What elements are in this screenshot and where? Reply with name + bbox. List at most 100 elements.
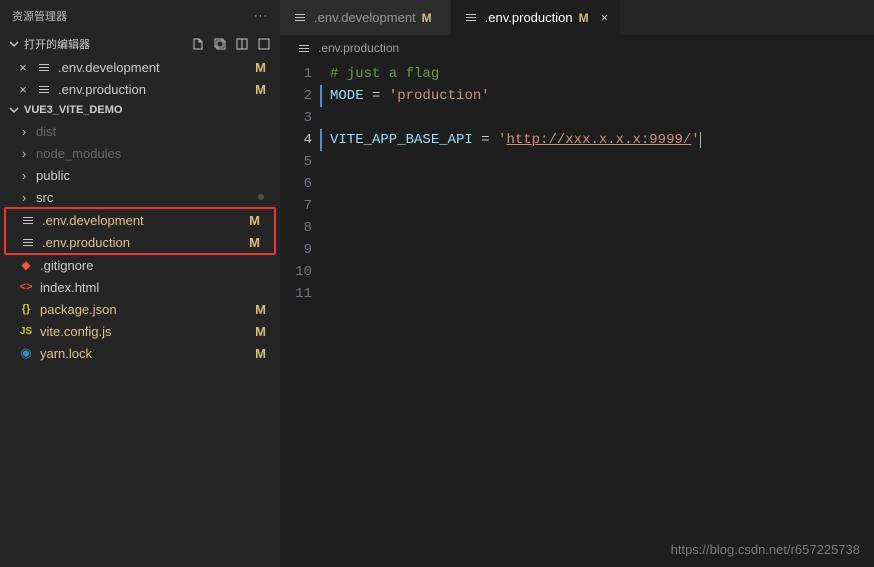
chevron-right-icon: › xyxy=(18,168,30,183)
line-number: 1 xyxy=(280,63,312,85)
project-name: VUE3_VITE_DEMO xyxy=(24,104,122,116)
open-editors-header[interactable]: 打开的编辑器 xyxy=(0,32,280,56)
code-line[interactable] xyxy=(330,283,874,305)
file-icon xyxy=(292,14,308,21)
explorer-title: 资源管理器 xyxy=(12,8,67,24)
line-number: 10 xyxy=(280,261,312,283)
chevron-down-icon xyxy=(8,104,20,116)
line-number: 6 xyxy=(280,173,312,195)
code-line[interactable] xyxy=(330,195,874,217)
tree-file[interactable]: JS vite.config.js M xyxy=(0,320,280,342)
modified-badge: M xyxy=(255,82,272,97)
modified-badge: M xyxy=(249,235,266,250)
modified-badge: M xyxy=(255,60,272,75)
breadcrumb[interactable]: .env.production xyxy=(280,35,874,61)
line-number: 3 xyxy=(280,107,312,129)
chevron-right-icon: › xyxy=(18,190,30,205)
modified-badge: M xyxy=(255,302,272,317)
project-header[interactable]: VUE3_VITE_DEMO xyxy=(0,100,280,120)
tree-file[interactable]: ◉ yarn.lock M xyxy=(0,342,280,364)
yarn-icon: ◉ xyxy=(18,345,34,361)
line-number: 8 xyxy=(280,217,312,239)
js-icon: JS xyxy=(18,326,34,337)
open-editor-item[interactable]: × .env.production M xyxy=(0,78,280,100)
chevron-down-icon xyxy=(8,38,20,50)
watermark: https://blog.csdn.net/r657225738 xyxy=(671,542,860,557)
code-lines[interactable]: # just a flagMODE = 'production'VITE_APP… xyxy=(330,63,874,567)
modified-badge: M xyxy=(579,11,595,25)
layout-icon[interactable] xyxy=(234,36,250,52)
file-icon xyxy=(20,239,36,246)
file-icon xyxy=(463,14,479,21)
breadcrumb-text: .env.production xyxy=(318,41,399,55)
line-number: 7 xyxy=(280,195,312,217)
editor-area: .env.development M .env.production M × .… xyxy=(280,0,874,567)
json-icon: {} xyxy=(18,303,34,315)
file-icon xyxy=(36,86,52,93)
tree-item-name: vite.config.js xyxy=(40,324,249,339)
tree-folder[interactable]: › src xyxy=(0,186,280,208)
code-line[interactable] xyxy=(330,261,874,283)
dirty-dot-icon xyxy=(258,194,264,200)
tree-item-name: .env.production xyxy=(42,235,243,250)
git-icon: ◆ xyxy=(18,258,34,272)
html-icon: <> xyxy=(18,281,34,293)
save-all-icon[interactable] xyxy=(212,36,228,52)
file-tree-rest: ◆ .gitignore <> index.html {} package.js… xyxy=(0,254,280,364)
code-line[interactable] xyxy=(330,239,874,261)
code-area[interactable]: 1234567891011 # just a flagMODE = 'produ… xyxy=(280,61,874,567)
code-line[interactable] xyxy=(330,217,874,239)
editor-tab[interactable]: .env.development M xyxy=(280,0,451,35)
tree-file[interactable]: {} package.json M xyxy=(0,298,280,320)
tree-folder[interactable]: › public xyxy=(0,164,280,186)
code-line[interactable] xyxy=(330,173,874,195)
line-number: 11 xyxy=(280,283,312,305)
more-icon[interactable]: ··· xyxy=(254,10,268,22)
tree-file[interactable]: .env.development M xyxy=(6,209,274,231)
close-icon[interactable]: × xyxy=(16,82,30,97)
tree-item-name: dist xyxy=(36,124,272,139)
tab-name: .env.production xyxy=(485,10,573,25)
tree-item-name: package.json xyxy=(40,302,249,317)
code-line[interactable]: MODE = 'production' xyxy=(320,85,874,107)
tree-folder[interactable]: › node_modules xyxy=(0,142,280,164)
modified-badge: M xyxy=(255,324,272,339)
tree-item-name: .gitignore xyxy=(40,258,272,273)
tree-item-name: index.html xyxy=(40,280,272,295)
code-line[interactable] xyxy=(330,151,874,173)
tab-name: .env.development xyxy=(314,10,416,25)
open-editors-list: × .env.development M × .env.production M xyxy=(0,56,280,100)
code-line[interactable] xyxy=(330,107,874,129)
open-editor-item[interactable]: × .env.development M xyxy=(0,56,280,78)
explorer-header: 资源管理器 ··· xyxy=(0,0,280,32)
close-icon[interactable]: × xyxy=(601,10,609,25)
collapse-icon[interactable] xyxy=(256,36,272,52)
line-number: 5 xyxy=(280,151,312,173)
tree-item-name: public xyxy=(36,168,272,183)
editor-tab[interactable]: .env.production M × xyxy=(451,0,622,35)
tree-item-name: .env.development xyxy=(42,213,243,228)
tree-file[interactable]: ◆ .gitignore xyxy=(0,254,280,276)
file-tree: › dist › node_modules › public › src xyxy=(0,120,280,208)
tree-file[interactable]: .env.production M xyxy=(6,231,274,253)
chevron-right-icon: › xyxy=(18,146,30,161)
tree-item-name: yarn.lock xyxy=(40,346,249,361)
open-editors-label: 打开的编辑器 xyxy=(24,36,90,52)
highlight-annotation: .env.development M .env.production M xyxy=(4,207,276,255)
new-file-icon[interactable] xyxy=(190,36,206,52)
line-number: 4 xyxy=(280,129,312,151)
tree-folder[interactable]: › dist xyxy=(0,120,280,142)
tree-file[interactable]: <> index.html xyxy=(0,276,280,298)
chevron-right-icon: › xyxy=(18,124,30,139)
explorer-sidebar: 资源管理器 ··· 打开的编辑器 × .env.development M × … xyxy=(0,0,280,567)
modified-badge: M xyxy=(249,213,266,228)
editor-item-name: .env.production xyxy=(58,82,249,97)
line-number: 9 xyxy=(280,239,312,261)
code-line[interactable]: VITE_APP_BASE_API = 'http://xxx.x.x.x:99… xyxy=(320,129,874,151)
editor-tabs: .env.development M .env.production M × xyxy=(280,0,874,35)
close-icon[interactable]: × xyxy=(16,60,30,75)
line-number: 2 xyxy=(280,85,312,107)
code-line[interactable]: # just a flag xyxy=(330,63,874,85)
editor-item-name: .env.development xyxy=(58,60,249,75)
file-icon xyxy=(20,217,36,224)
